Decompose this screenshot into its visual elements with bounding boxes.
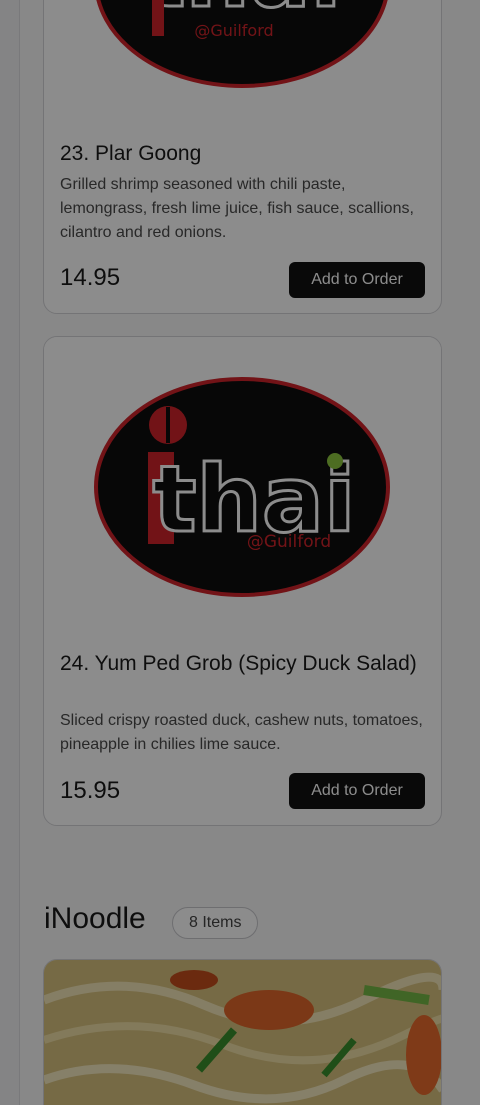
- item-description: Sliced crispy roasted duck, cashew nuts,…: [60, 712, 423, 753]
- logo-subtitle: @Guilford: [247, 532, 331, 552]
- item-image: thai @Guilford: [44, 0, 441, 111]
- item-image: thai @Guilford: [44, 337, 441, 637]
- item-count-badge: 8 Items: [172, 907, 259, 939]
- menu-item-card[interactable]: thai @Guilford 24. Yum Ped Grob (Spicy D…: [43, 336, 442, 826]
- ithai-logo-icon: thai @Guilford: [94, 377, 390, 597]
- menu-item-card[interactable]: [43, 959, 442, 1105]
- noodle-photo-icon: [44, 960, 441, 1105]
- item-price: 15.95: [60, 777, 121, 804]
- add-to-order-button[interactable]: Add to Order: [289, 773, 425, 809]
- section-title: iNoodle: [44, 902, 146, 935]
- item-price: 14.95: [60, 264, 121, 291]
- item-title: 24. Yum Ped Grob (Spicy Duck Salad): [60, 652, 417, 675]
- left-rail: [0, 0, 20, 1105]
- add-to-order-button[interactable]: Add to Order: [289, 262, 425, 298]
- logo-subtitle: @Guilford: [194, 21, 273, 40]
- menu-page: thai @Guilford 23. Plar Goong Grilled sh…: [0, 0, 480, 1105]
- item-description: Grilled shrimp seasoned with chili paste…: [60, 176, 414, 241]
- item-image: [44, 960, 441, 1105]
- item-title: 23. Plar Goong: [60, 142, 202, 165]
- ithai-logo-icon: thai @Guilford: [96, 0, 388, 88]
- menu-item-card[interactable]: thai @Guilford 23. Plar Goong Grilled sh…: [43, 0, 442, 314]
